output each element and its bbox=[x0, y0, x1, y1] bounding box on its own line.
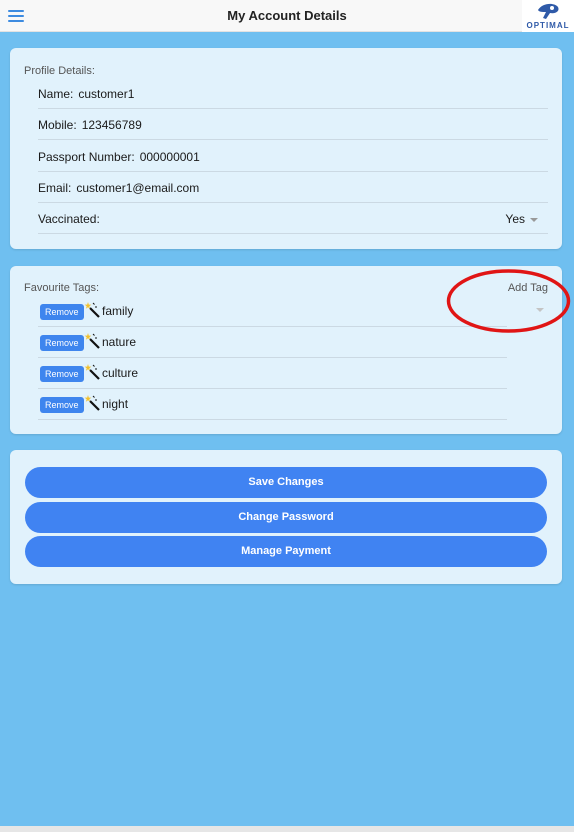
profile-row-vaccinated: Vaccinated: Yes bbox=[38, 203, 548, 234]
logo-text: OPTIMAL bbox=[526, 21, 570, 30]
field-label: Mobile: bbox=[38, 118, 77, 132]
tag-label: night bbox=[102, 397, 129, 411]
profile-details-card: Profile Details: Name: customer1 Mobile: 1… bbox=[10, 48, 562, 249]
add-tag-dropdown-icon[interactable] bbox=[536, 308, 544, 312]
company-logo: OPTIMAL bbox=[522, 0, 574, 32]
change-password-button[interactable]: Change Password bbox=[25, 502, 547, 533]
tag-label: nature bbox=[102, 335, 137, 349]
tag-row: Remove night bbox=[38, 389, 507, 420]
profile-row-passport: Passport Number: 000000001 bbox=[38, 141, 548, 172]
favourite-tags-card: Favourite Tags: Add Tag Remove family Re… bbox=[10, 266, 562, 434]
remove-tag-button[interactable]: Remove bbox=[40, 335, 84, 351]
profile-row-name: Name: customer1 bbox=[38, 78, 548, 109]
remove-tag-button[interactable]: Remove bbox=[40, 366, 84, 382]
tags-section-label: Favourite Tags: bbox=[24, 282, 100, 294]
field-label: Passport Number: bbox=[38, 150, 135, 164]
profile-row-email: Email: customer1@email.com bbox=[38, 172, 548, 203]
remove-tag-button[interactable]: Remove bbox=[40, 397, 84, 413]
field-value: 000000001 bbox=[139, 150, 200, 164]
add-tag-label: Add Tag bbox=[507, 282, 548, 294]
tag-row: Remove culture bbox=[38, 358, 507, 389]
tag-row: Remove nature bbox=[38, 327, 507, 358]
actions-card: Save Changes Change Password Manage Paym… bbox=[10, 450, 562, 584]
magic-wand-icon bbox=[84, 333, 100, 349]
manage-payment-button[interactable]: Manage Payment bbox=[25, 536, 547, 567]
remove-tag-button[interactable]: Remove bbox=[40, 304, 84, 320]
tag-row: Remove family bbox=[38, 296, 507, 327]
page-title: My Account Details bbox=[227, 8, 347, 23]
save-changes-button[interactable]: Save Changes bbox=[25, 467, 547, 498]
magic-wand-icon bbox=[84, 364, 100, 380]
app-header: My Account Details OPTIMAL bbox=[0, 0, 574, 32]
magic-wand-icon bbox=[84, 395, 100, 411]
profile-section-label: Profile Details: bbox=[24, 65, 95, 77]
field-label: Name: bbox=[38, 87, 74, 101]
field-label: Vaccinated: bbox=[38, 212, 100, 226]
field-value: customer1@email.com bbox=[76, 181, 200, 195]
bottom-bar bbox=[0, 826, 574, 832]
logo-mark-icon bbox=[538, 3, 559, 19]
tag-label: family bbox=[102, 304, 134, 318]
profile-row-mobile: Mobile: 123456789 bbox=[38, 109, 548, 140]
field-label: Email: bbox=[38, 181, 72, 195]
vaccinated-select[interactable]: Yes bbox=[505, 212, 538, 226]
magic-wand-icon bbox=[84, 302, 100, 318]
field-value: 123456789 bbox=[81, 118, 142, 132]
chevron-down-icon bbox=[530, 217, 538, 222]
vaccinated-value: Yes bbox=[505, 212, 525, 226]
field-value: customer1 bbox=[78, 87, 135, 101]
tag-label: culture bbox=[102, 366, 139, 380]
